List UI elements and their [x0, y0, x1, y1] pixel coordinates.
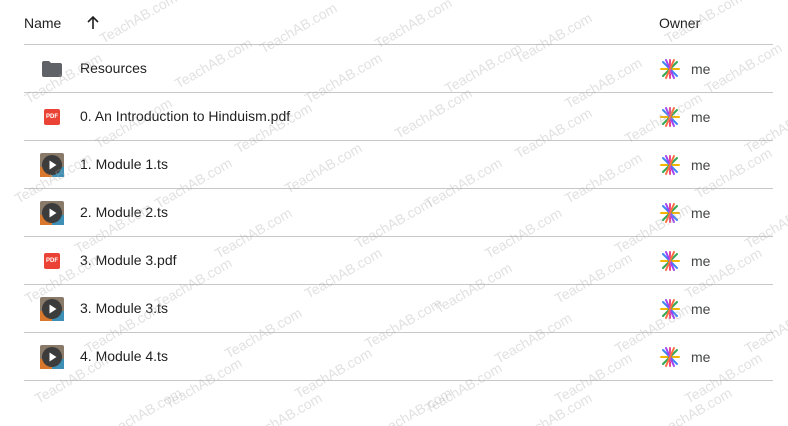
avatar-icon — [659, 298, 681, 320]
file-row[interactable]: 1. Module 1.ts me — [24, 141, 773, 189]
watermark-text: TeachAB.com — [371, 384, 455, 426]
owner-cell: me — [659, 297, 710, 321]
owner-name: me — [691, 301, 711, 317]
file-row[interactable]: 2. Module 2.ts me — [24, 189, 773, 237]
file-name: 1. Module 1.ts — [80, 156, 168, 172]
owner-name: me — [691, 253, 711, 269]
watermark-text: TeachAB.com — [511, 389, 595, 426]
file-name: Resources — [80, 60, 147, 76]
file-name: 4. Module 4.ts — [80, 348, 168, 364]
owner-name: me — [691, 205, 711, 221]
name-column-header[interactable]: Name — [24, 15, 101, 31]
video-icon — [40, 153, 64, 177]
file-row[interactable]: PDF 0. An Introduction to Hinduism.pdf me — [24, 93, 773, 141]
owner-cell: me — [659, 249, 710, 273]
file-name: 2. Module 2.ts — [80, 204, 168, 220]
folder-icon — [40, 57, 64, 81]
file-row[interactable]: 4. Module 4.ts me — [24, 333, 773, 381]
owner-cell: me — [659, 153, 710, 177]
owner-cell: me — [659, 57, 710, 81]
video-icon — [40, 345, 64, 369]
file-name: 3. Module 3.ts — [80, 300, 168, 316]
owner-cell: me — [659, 345, 710, 369]
file-name: 3. Module 3.pdf — [80, 252, 177, 268]
file-name: 0. An Introduction to Hinduism.pdf — [80, 108, 291, 124]
name-column-label: Name — [24, 15, 62, 31]
watermark-text: TeachAB.com — [101, 384, 185, 426]
owner-column-header[interactable]: Owner — [659, 15, 700, 31]
pdf-icon: PDF — [40, 249, 64, 273]
arrow-up-icon[interactable] — [85, 15, 101, 31]
owner-name: me — [691, 157, 711, 173]
file-row[interactable]: PDF 3. Module 3.pdf me — [24, 237, 773, 285]
owner-name: me — [691, 61, 711, 77]
avatar-icon — [659, 106, 681, 128]
owner-cell: me — [659, 201, 710, 225]
file-row[interactable]: Resources me — [24, 45, 773, 93]
owner-name: me — [691, 109, 711, 125]
avatar-icon — [659, 250, 681, 272]
avatar-icon — [659, 154, 681, 176]
pdf-badge: PDF — [44, 109, 60, 125]
owner-cell: me — [659, 105, 710, 129]
file-list: Resources me PDF 0. An Introduction to Hind… — [24, 45, 773, 381]
pdf-icon: PDF — [40, 105, 64, 129]
avatar-icon — [659, 58, 681, 80]
watermark-text: TeachAB.com — [651, 384, 735, 426]
avatar-icon — [659, 202, 681, 224]
pdf-badge: PDF — [44, 253, 60, 269]
file-row[interactable]: 3. Module 3.ts me — [24, 285, 773, 333]
file-list-header: Name Owner — [24, 0, 773, 45]
video-icon — [40, 297, 64, 321]
owner-name: me — [691, 349, 711, 365]
video-icon — [40, 201, 64, 225]
watermark-text: TeachAB.com — [241, 389, 325, 426]
avatar-icon — [659, 346, 681, 368]
